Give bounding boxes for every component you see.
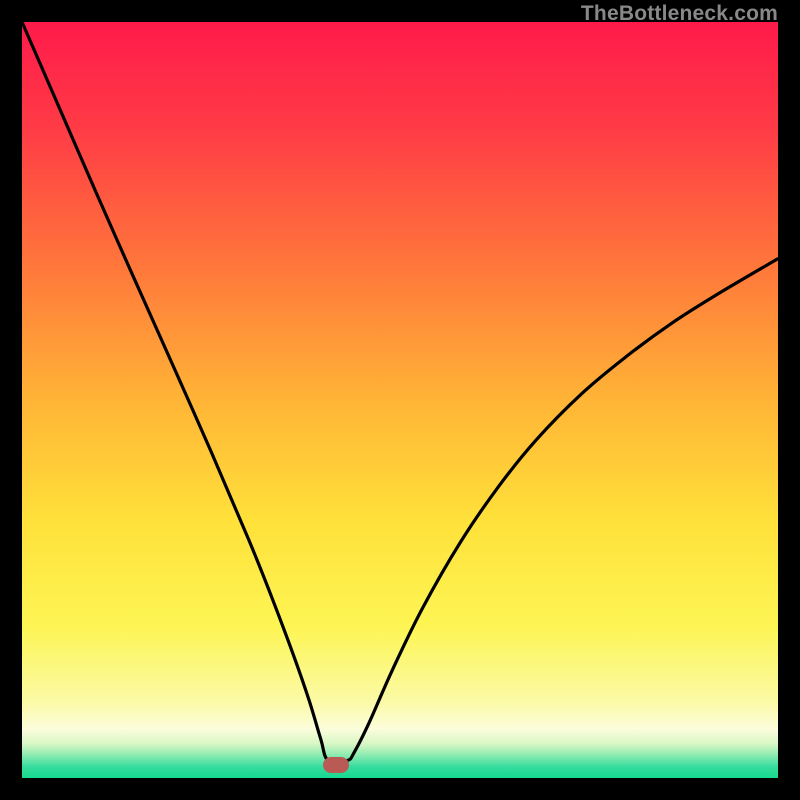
chart-frame: TheBottleneck.com [0,0,800,800]
plot-area [22,22,778,778]
curve-path [22,22,778,763]
optimal-marker [323,757,349,773]
bottleneck-curve [22,22,778,778]
